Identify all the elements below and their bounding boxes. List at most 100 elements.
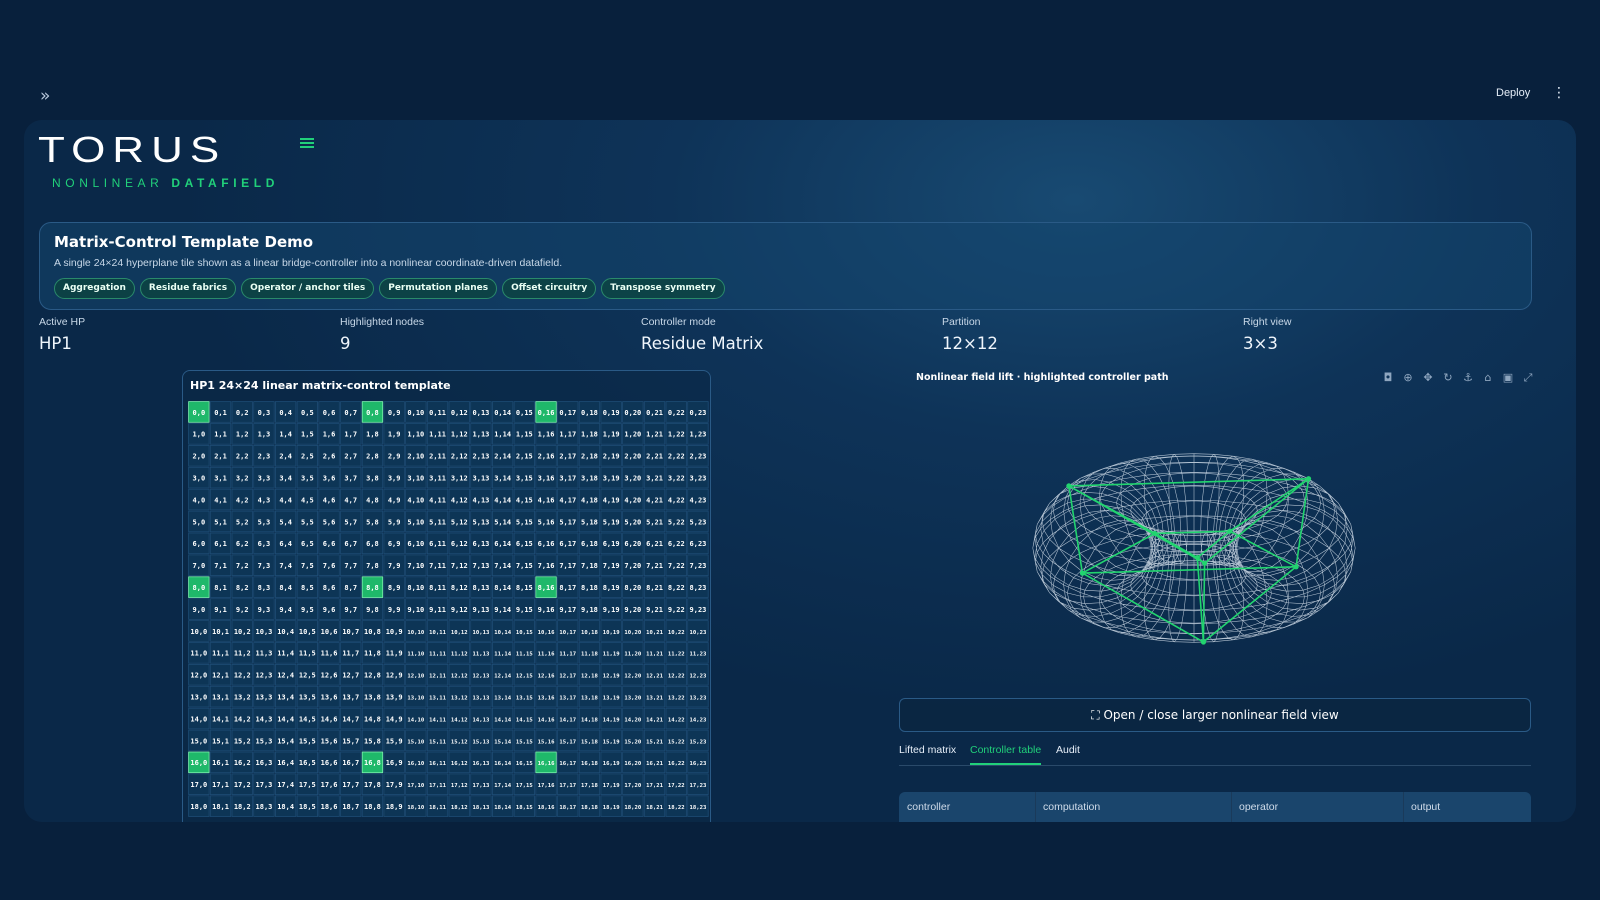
- chip-aggregation[interactable]: Aggregation: [54, 278, 135, 299]
- kebab-menu-icon[interactable]: ⋮: [1552, 85, 1566, 101]
- matrix-cell-label: 15,13: [473, 739, 490, 745]
- matrix-cell-label: 7,22: [668, 562, 685, 570]
- matrix-cell-label: 4,2: [236, 496, 249, 504]
- metric-highlighted-nodes: Highlighted nodes 9: [340, 316, 424, 353]
- matrix-cell-label: 15,19: [603, 739, 620, 745]
- metric-label: Right view: [1243, 316, 1292, 328]
- matrix-cell-label: 6,13: [473, 540, 490, 548]
- matrix-cell-label: 10,11: [429, 630, 446, 636]
- matrix-cell-label: 13,10: [407, 695, 424, 701]
- matrix-cell-label: 16,19: [603, 761, 620, 767]
- chip-offset-circuitry[interactable]: Offset circuitry: [502, 278, 597, 299]
- matrix-cell-label: 11,4: [277, 650, 294, 658]
- matrix-cell-label: 18,1: [212, 803, 229, 811]
- matrix-cell-label: 12,21: [646, 674, 663, 680]
- chip-permutation-planes[interactable]: Permutation planes: [379, 278, 498, 299]
- matrix-cell-label: 5,5: [301, 518, 314, 526]
- column-header-controller[interactable]: controller: [907, 801, 950, 813]
- double-chevron-right-icon[interactable]: »: [40, 86, 62, 106]
- matrix-cell-label: 17,15: [516, 783, 533, 789]
- matrix-cell-label: 3,22: [668, 474, 685, 482]
- deploy-button[interactable]: Deploy: [1496, 87, 1530, 99]
- zoom-icon[interactable]: ⊕: [1400, 370, 1416, 386]
- matrix-cell-label: 6,14: [494, 540, 511, 548]
- matrix-cell-label: 8,4: [279, 584, 292, 592]
- matrix-cell-label: 10,10: [407, 630, 424, 636]
- matrix-cell-label: 5,4: [279, 518, 292, 526]
- matrix-cell-label: 13,8: [364, 693, 381, 701]
- matrix-cell-label: 8,21: [646, 584, 663, 592]
- orbit-icon[interactable]: ↻: [1440, 370, 1456, 386]
- matrix-cell-label: 9,10: [407, 606, 424, 614]
- nonlinear-field-plot[interactable]: Nonlinear field lift · highlighted contr…: [904, 370, 1536, 690]
- open-larger-view-button[interactable]: ⛶ Open / close larger nonlinear field vi…: [899, 698, 1531, 732]
- matrix-cell-label: 8,17: [559, 584, 576, 592]
- matrix-cell-label: 0,3: [258, 409, 271, 417]
- matrix-cell-label: 15,14: [494, 739, 511, 745]
- matrix-cell-label: 17,4: [277, 781, 294, 789]
- matrix-cell-label: 5,10: [407, 518, 424, 526]
- matrix-cell-label: 11,17: [559, 652, 576, 658]
- column-header-output[interactable]: output: [1411, 801, 1440, 813]
- matrix-cell-label: 15,3: [256, 737, 273, 745]
- matrix-cell-label: 10,4: [277, 628, 294, 636]
- video-icon[interactable]: ▣: [1500, 370, 1516, 386]
- anchor-icon[interactable]: ⚓: [1460, 370, 1476, 386]
- matrix-cell-label: 2,15: [516, 453, 533, 461]
- matrix-cell-label: 10,2: [234, 628, 251, 636]
- column-header-computation[interactable]: computation: [1043, 801, 1100, 813]
- fullscreen-icon[interactable]: ⤢: [1520, 370, 1536, 386]
- matrix-cell-label: 10,14: [494, 630, 511, 636]
- matrix-cell-label: 13,12: [451, 695, 468, 701]
- matrix-cell-label: 14,13: [473, 717, 490, 723]
- matrix-cell-label: 8,20: [624, 584, 641, 592]
- matrix-cell-label: 18,0: [190, 803, 207, 811]
- matrix-cell-label: 2,1: [214, 453, 227, 461]
- controller-table-header: controller computation operator output: [899, 792, 1531, 822]
- matrix-cell-label: 9,19: [603, 606, 620, 614]
- home-icon[interactable]: ⌂: [1480, 370, 1496, 386]
- matrix-cell-label: 17,0: [190, 781, 207, 789]
- matrix-cell-label: 9,3: [258, 606, 271, 614]
- matrix-cell-label: 4,4: [279, 496, 292, 504]
- matrix-cell-label: 9,4: [279, 606, 292, 614]
- chip-operator-anchor-tiles[interactable]: Operator / anchor tiles: [241, 278, 375, 299]
- matrix-cell-label: 18,3: [256, 803, 273, 811]
- matrix-cell-label: 4,19: [603, 496, 620, 504]
- controller-node: [1066, 483, 1072, 489]
- matrix-cell-label: 0,4: [279, 409, 292, 417]
- tab-audit[interactable]: Audit: [1056, 744, 1080, 765]
- matrix-grid[interactable]: 0,0 0,1 0,2 0,3 0,4 0,5 0,6 0,7 0,8 0,9 0,10 0,11 0,…: [188, 401, 709, 821]
- matrix-cell-label: 13,13: [473, 695, 490, 701]
- chip-residue-fabrics[interactable]: Residue fabrics: [139, 278, 237, 299]
- matrix-cell-label: 8,22: [668, 584, 685, 592]
- matrix-cell-label: 10,16: [538, 630, 555, 636]
- matrix-cell-label: 11,0: [190, 650, 207, 658]
- matrix-cell-label: 8,16: [538, 584, 555, 592]
- column-header-operator[interactable]: operator: [1239, 801, 1278, 813]
- matrix-cell-label: 8,12: [451, 584, 468, 592]
- matrix-cell-label: 6,12: [451, 540, 468, 548]
- matrix-cell-label: 7,5: [301, 562, 314, 570]
- pan-icon[interactable]: ✥: [1420, 370, 1436, 386]
- torus-wireframe: [1032, 453, 1356, 645]
- matrix-cell-label: 16,6: [321, 759, 338, 767]
- matrix-cell-label: 15,9: [386, 737, 403, 745]
- matrix-cell-label: 12,8: [364, 672, 381, 680]
- matrix-cell-label: 9,0: [193, 606, 206, 614]
- matrix-cell-label: 2,8: [366, 453, 379, 461]
- chip-transpose-symmetry[interactable]: Transpose symmetry: [601, 278, 725, 299]
- tab-controller-table[interactable]: Controller table: [970, 744, 1042, 765]
- matrix-cell-label: 12,1: [212, 672, 229, 680]
- matrix-cell-label: 4,1: [214, 496, 227, 504]
- matrix-cell-label: 3,4: [279, 474, 292, 482]
- metric-label: Partition: [942, 316, 981, 328]
- matrix-cell-label: 16,0: [190, 759, 207, 767]
- camera-icon[interactable]: ◘: [1380, 370, 1396, 386]
- tab-lifted-matrix[interactable]: Lifted matrix: [899, 744, 956, 765]
- matrix-cell-label: 0,8: [366, 409, 379, 417]
- matrix-cell-label: 16,5: [299, 759, 316, 767]
- matrix-cell-label: 12,15: [516, 674, 533, 680]
- matrix-cell-label: 1,1: [214, 431, 227, 439]
- matrix-cell-label: 0,13: [473, 409, 490, 417]
